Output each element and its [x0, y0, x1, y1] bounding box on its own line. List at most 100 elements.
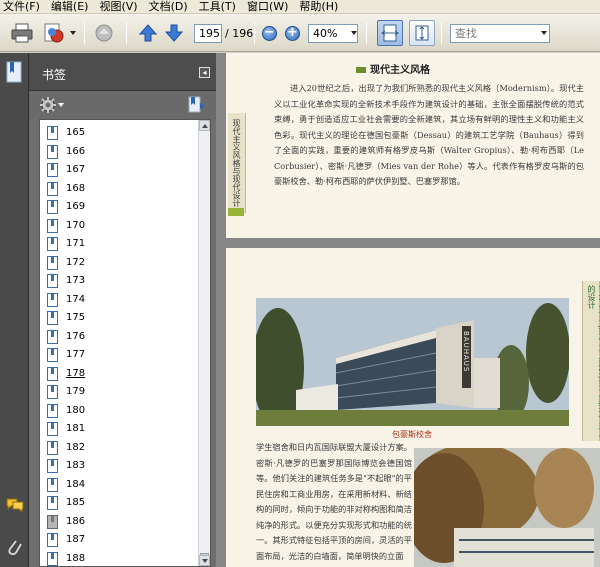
- bookmark-icon: [47, 292, 58, 307]
- bookmark-icon: [47, 477, 58, 492]
- menu-window[interactable]: 窗口(W): [247, 0, 288, 14]
- bookmark-item-170[interactable]: 170: [40, 218, 200, 236]
- bookmark-label: 174: [66, 293, 86, 305]
- bookmark-item-166[interactable]: 166: [40, 144, 200, 162]
- bookmark-item-177[interactable]: 177: [40, 347, 200, 365]
- fit-page-icon: [381, 24, 399, 42]
- bookmark-item-185[interactable]: 185: [40, 495, 200, 513]
- review-icon: [95, 24, 113, 42]
- menu-edit[interactable]: 编辑(E): [51, 0, 89, 14]
- bookmark-item-174[interactable]: 174: [40, 292, 200, 310]
- zoom-in-button[interactable]: +: [285, 26, 300, 41]
- bookmark-item-180[interactable]: 180: [40, 403, 200, 421]
- bookmark-item-188[interactable]: 188: [40, 551, 200, 567]
- create-pdf-dropdown-icon[interactable]: [70, 31, 76, 35]
- scroll-down-button[interactable]: [199, 555, 210, 566]
- menu-help[interactable]: 帮助(H): [299, 0, 338, 14]
- bookmark-list: 165 166 167 168 169 170 171 172 173 174 175 176 177 1…: [39, 119, 211, 567]
- previous-page-button[interactable]: [136, 21, 160, 45]
- page-side-tab: 现代主义风格与现代设计: [228, 113, 246, 213]
- bookmark-item-184[interactable]: 184: [40, 477, 200, 495]
- bookmark-label: 176: [66, 330, 86, 342]
- toolbar-separator: [254, 22, 255, 44]
- menu-tools[interactable]: 工具(T): [199, 0, 236, 14]
- bookmark-list-scrollbar[interactable]: [198, 120, 210, 566]
- bookmark-item-187[interactable]: 187: [40, 532, 200, 550]
- bookmark-item-167[interactable]: 167: [40, 162, 200, 180]
- comments-panel-button[interactable]: [6, 497, 24, 516]
- bookmark-icon: [47, 274, 58, 288]
- bookmark-label: 188: [66, 552, 86, 564]
- bookmarks-panel-button[interactable]: [6, 61, 22, 86]
- fit-page-button[interactable]: [377, 20, 403, 46]
- search-dropdown-icon[interactable]: [541, 31, 547, 35]
- arrow-down-icon: [164, 24, 184, 42]
- fit-width-button[interactable]: [409, 20, 435, 46]
- bookmark-item-169[interactable]: 169: [40, 199, 200, 217]
- page-side-tab: 艺术与设计|现代主义建筑|第十章|现代主义的设计: [582, 281, 600, 441]
- menu-bar: 文件(F) 编辑(E) 视图(V) 文档(D) 工具(T) 窗口(W) 帮助(H…: [0, 0, 600, 14]
- create-pdf-button[interactable]: [42, 21, 66, 45]
- bookmark-label: 185: [66, 497, 86, 508]
- bookmark-icon: [47, 440, 58, 455]
- toolbar-separator: [366, 22, 367, 44]
- print-button[interactable]: [10, 21, 34, 45]
- bookmark-icon: [47, 200, 58, 214]
- panel-header: 书签 ◂: [29, 53, 216, 91]
- bookmark-icon: [47, 422, 58, 436]
- bookmark-label: 177: [66, 349, 86, 360]
- document-view[interactable]: 现代主义风格与现代设计 现代主义风格 进入20世纪之后，出现了为我们所熟悉的现代…: [216, 53, 600, 567]
- bookmark-item-175[interactable]: 175: [40, 310, 200, 328]
- bookmark-item-168[interactable]: 168: [40, 181, 200, 199]
- bookmark-label: 182: [66, 441, 86, 453]
- bookmark-item-172[interactable]: 172: [40, 255, 200, 273]
- bookmark-label: 173: [66, 275, 86, 286]
- section-title: 现代主义风格: [370, 65, 430, 76]
- panel-title: 书签: [42, 68, 67, 82]
- toolbar-separator: [84, 22, 85, 44]
- bookmark-item-176[interactable]: 176: [40, 329, 200, 347]
- bookmark-item-179[interactable]: 179: [40, 384, 200, 402]
- menu-view[interactable]: 视图(V): [99, 0, 137, 14]
- section-bullet-icon: [356, 67, 366, 73]
- menu-file[interactable]: 文件(F): [3, 0, 40, 14]
- bookmark-item-182[interactable]: 182: [40, 440, 200, 458]
- bookmark-icon: [47, 126, 58, 140]
- building-sign-text: BAUHAUS: [462, 331, 470, 372]
- interior-photo: [414, 448, 600, 567]
- attachments-panel-button[interactable]: [6, 537, 22, 562]
- search-input[interactable]: 查找: [450, 24, 550, 43]
- zoom-out-icon: −: [262, 26, 277, 41]
- bookmark-item-165[interactable]: 165: [40, 125, 200, 143]
- page-marker: [228, 208, 244, 216]
- bookmark-label: 171: [66, 238, 86, 249]
- scroll-up-button[interactable]: [199, 120, 210, 131]
- options-menu-button[interactable]: [40, 97, 64, 113]
- bookmark-icon: [47, 551, 58, 566]
- bookmark-label: 165: [66, 127, 86, 138]
- zoom-out-button[interactable]: −: [262, 26, 277, 41]
- photo-caption: 包豪斯校舍: [392, 430, 432, 439]
- page-count-label: / 196: [225, 27, 254, 40]
- panel-toolbar: [29, 91, 216, 119]
- bookmark-icon: [47, 348, 58, 362]
- next-page-button[interactable]: [162, 21, 186, 45]
- toolbar-separator: [126, 22, 127, 44]
- bookmark-label: 178: [66, 367, 86, 379]
- collapse-panel-button[interactable]: ◂: [199, 67, 210, 78]
- bookmark-item-186[interactable]: 186: [40, 514, 200, 532]
- bookmark-item-181[interactable]: 181: [40, 421, 200, 439]
- building-photo-image: [414, 448, 600, 567]
- bookmark-label: 169: [66, 201, 86, 212]
- bookmark-item-173[interactable]: 173: [40, 273, 200, 291]
- review-button[interactable]: [92, 21, 116, 45]
- menu-document[interactable]: 文档(D): [149, 0, 188, 14]
- bookmark-icon: [47, 237, 58, 251]
- new-bookmark-button[interactable]: [188, 96, 206, 117]
- bookmark-item-183[interactable]: 183: [40, 458, 200, 476]
- bookmark-label: 183: [66, 460, 86, 471]
- bookmark-item-178[interactable]: 178: [40, 366, 200, 384]
- page-number-input[interactable]: 195: [194, 24, 222, 43]
- zoom-dropdown-icon[interactable]: [351, 31, 357, 35]
- bookmark-item-171[interactable]: 171: [40, 236, 200, 254]
